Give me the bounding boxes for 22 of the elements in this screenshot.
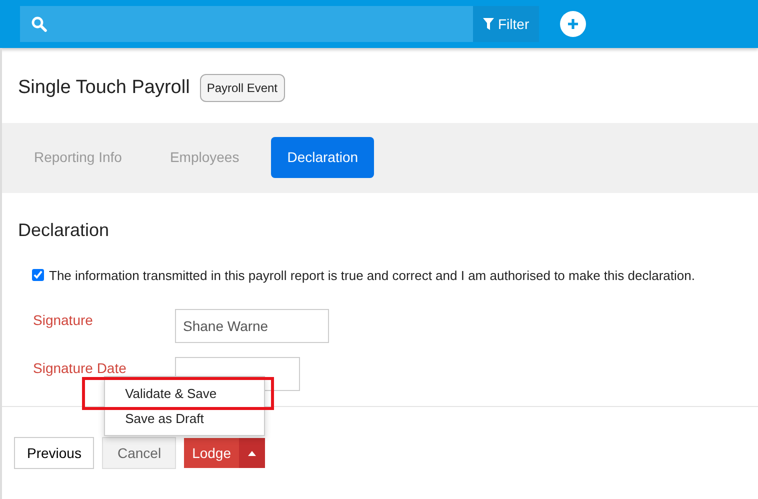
event-tag: Payroll Event (200, 74, 285, 102)
add-button[interactable] (560, 11, 586, 37)
filter-icon (483, 18, 494, 30)
dropdown-toggle[interactable] (239, 438, 265, 468)
menu-item[interactable]: Validate & Save (105, 381, 264, 406)
input-field[interactable]: Shane Warne (175, 309, 329, 343)
page-title: Single Touch Payroll (18, 76, 190, 100)
field-label: Signature Date (33, 359, 128, 378)
lodge-button[interactable]: Lodge (184, 438, 239, 468)
section-heading: Declaration (17, 218, 110, 242)
filter-button[interactable]: Filter (473, 6, 540, 42)
cancel-button[interactable]: Cancel (102, 437, 176, 469)
declaration-text: The information transmitted in this payroll report is true and correct and I am authorised to make this declaration. (49, 266, 695, 285)
field-label: Signature (33, 311, 94, 330)
search-field[interactable] (20, 6, 473, 42)
search-icon (31, 16, 47, 32)
tab[interactable]: Declaration (271, 137, 374, 178)
menu-item[interactable]: Save as Draft (105, 406, 264, 431)
plus-icon (567, 18, 580, 30)
caret-icon (248, 450, 256, 456)
previous-button[interactable]: Previous (14, 437, 94, 469)
declaration-checkbox[interactable] (32, 269, 44, 282)
